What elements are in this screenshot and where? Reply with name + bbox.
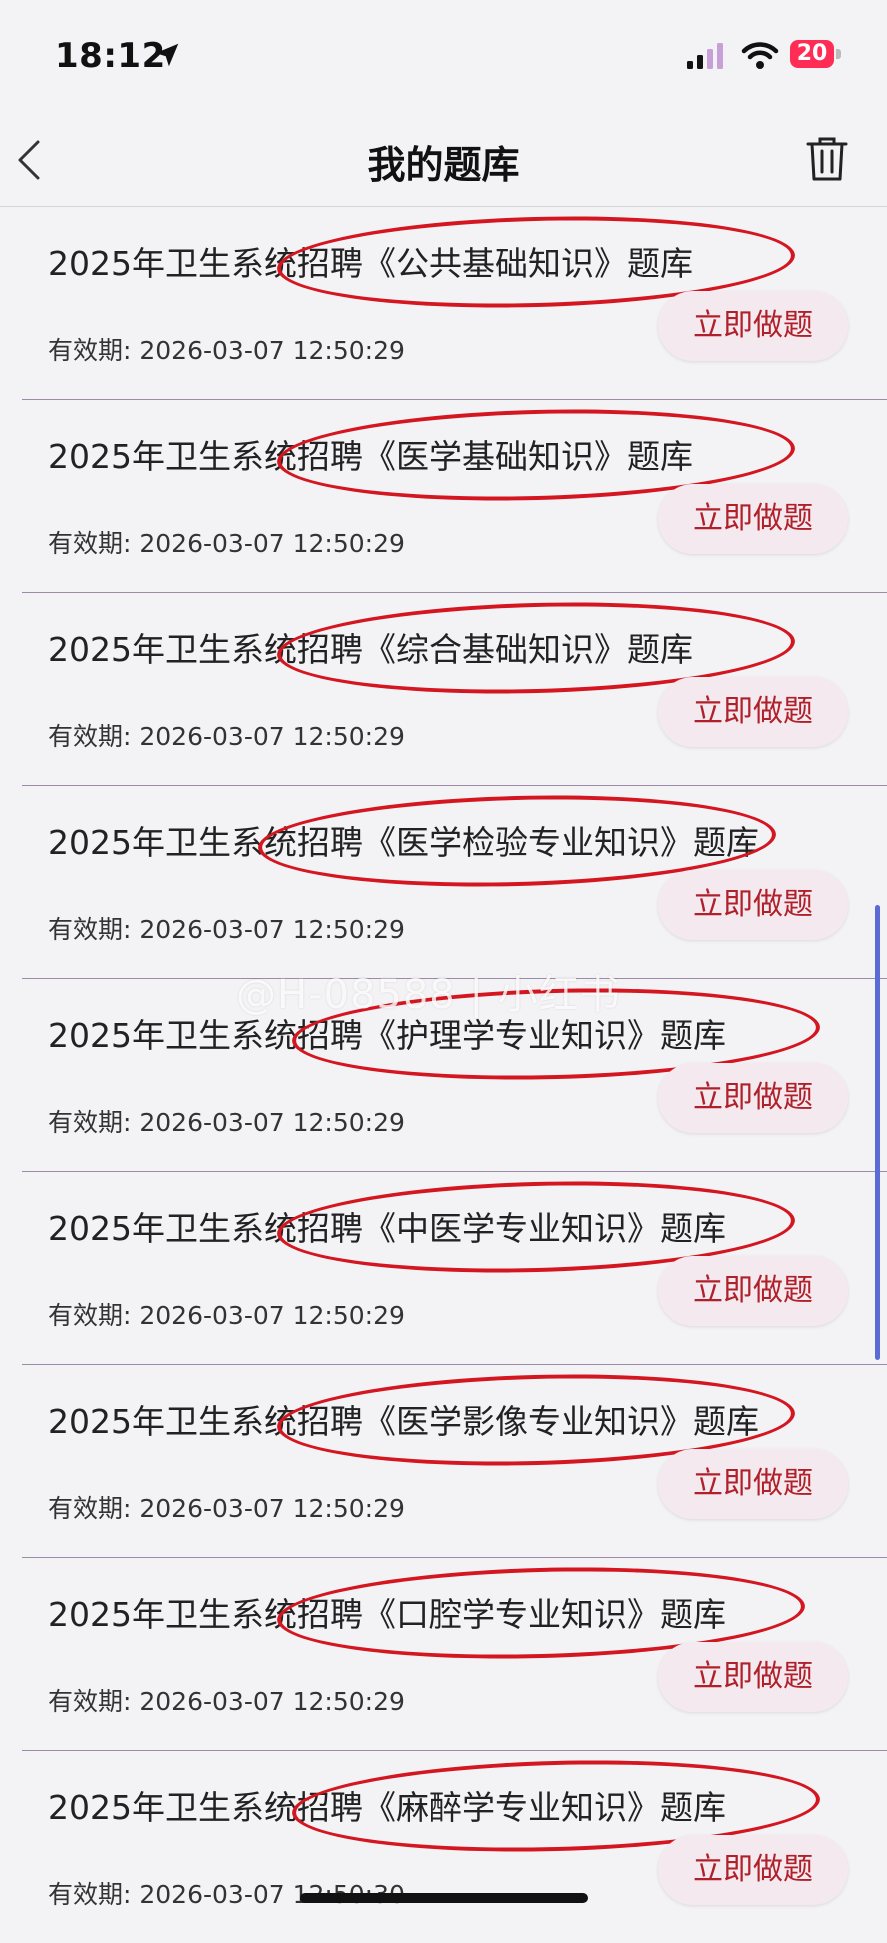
item-title: 2025年卫生系统招聘《医学影像专业知识》题库 bbox=[48, 1402, 759, 1441]
battery-tip bbox=[836, 49, 841, 59]
item-expiry: 有效期: 2026-03-07 12:50:29 bbox=[48, 1301, 405, 1330]
item-title: 2025年卫生系统招聘《口腔学专业知识》题库 bbox=[48, 1595, 726, 1634]
status-time: 18:12 bbox=[55, 36, 166, 76]
scrollbar[interactable] bbox=[875, 905, 880, 1360]
item-title: 2025年卫生系统招聘《麻醉学专业知识》题库 bbox=[48, 1788, 726, 1827]
start-quiz-button[interactable]: 立即做题 bbox=[658, 291, 848, 361]
list-item: 2025年卫生系统招聘《综合基础知识》题库 有效期: 2026-03-07 12… bbox=[22, 593, 887, 786]
home-indicator[interactable] bbox=[300, 1893, 588, 1903]
nav-bar: 我的题库 bbox=[0, 110, 887, 207]
signal-icon bbox=[687, 43, 723, 69]
item-expiry: 有效期: 2026-03-07 12:50:29 bbox=[48, 722, 405, 751]
start-quiz-button[interactable]: 立即做题 bbox=[658, 1063, 848, 1133]
status-bar: 18:12 20 bbox=[0, 0, 887, 110]
wifi-icon bbox=[741, 42, 779, 69]
list-item: 2025年卫生系统招聘《医学检验专业知识》题库 有效期: 2026-03-07 … bbox=[22, 786, 887, 979]
page-title: 我的题库 bbox=[367, 143, 520, 187]
item-expiry: 有效期: 2026-03-07 12:50:29 bbox=[48, 1494, 405, 1523]
list-item: 2025年卫生系统招聘《中医学专业知识》题库 有效期: 2026-03-07 1… bbox=[22, 1172, 887, 1365]
list-item: 2025年卫生系统招聘《医学基础知识》题库 有效期: 2026-03-07 12… bbox=[22, 400, 887, 593]
start-quiz-button[interactable]: 立即做题 bbox=[658, 1835, 848, 1905]
item-expiry: 有效期: 2026-03-07 12:50:29 bbox=[48, 336, 405, 365]
watermark: @H-08588 | 小红书 bbox=[236, 972, 621, 1018]
item-expiry: 有效期: 2026-03-07 12:50:29 bbox=[48, 1687, 405, 1716]
item-expiry: 有效期: 2026-03-07 12:50:29 bbox=[48, 1108, 405, 1137]
item-title: 2025年卫生系统招聘《医学检验专业知识》题库 bbox=[48, 823, 759, 862]
list-item: 2025年卫生系统招聘《麻醉学专业知识》题库 有效期: 2026-03-07 1… bbox=[22, 1751, 887, 1943]
list-item: 2025年卫生系统招聘《公共基础知识》题库 有效期: 2026-03-07 12… bbox=[22, 207, 887, 400]
item-expiry: 有效期: 2026-03-07 12:50:29 bbox=[48, 529, 405, 558]
start-quiz-button[interactable]: 立即做题 bbox=[658, 1642, 848, 1712]
start-quiz-button[interactable]: 立即做题 bbox=[658, 677, 848, 747]
item-title: 2025年卫生系统招聘《公共基础知识》题库 bbox=[48, 244, 693, 283]
trash-icon[interactable] bbox=[806, 136, 848, 182]
battery-icon: 20 bbox=[790, 40, 842, 70]
location-arrow-icon bbox=[155, 43, 179, 67]
item-title: 2025年卫生系统招聘《中医学专业知识》题库 bbox=[48, 1209, 726, 1248]
list-item: 2025年卫生系统招聘《口腔学专业知识》题库 有效期: 2026-03-07 1… bbox=[22, 1558, 887, 1751]
battery-level: 20 bbox=[790, 40, 834, 68]
start-quiz-button[interactable]: 立即做题 bbox=[658, 870, 848, 940]
start-quiz-button[interactable]: 立即做题 bbox=[658, 1449, 848, 1519]
item-title: 2025年卫生系统招聘《医学基础知识》题库 bbox=[48, 437, 693, 476]
list-item: 2025年卫生系统招聘《医学影像专业知识》题库 有效期: 2026-03-07 … bbox=[22, 1365, 887, 1558]
start-quiz-button[interactable]: 立即做题 bbox=[658, 1256, 848, 1326]
item-expiry: 有效期: 2026-03-07 12:50:29 bbox=[48, 915, 405, 944]
start-quiz-button[interactable]: 立即做题 bbox=[658, 484, 848, 554]
item-title: 2025年卫生系统招聘《综合基础知识》题库 bbox=[48, 630, 693, 669]
question-bank-list: 2025年卫生系统招聘《公共基础知识》题库 有效期: 2026-03-07 12… bbox=[0, 207, 887, 1943]
